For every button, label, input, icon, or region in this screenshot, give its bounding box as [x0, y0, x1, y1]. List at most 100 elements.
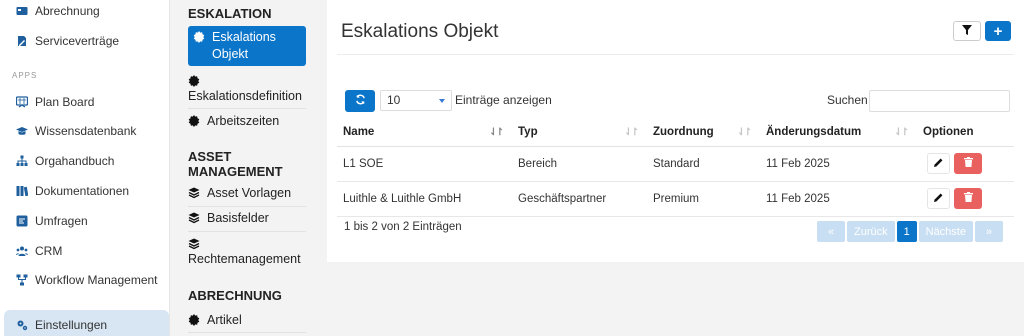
sidebar-item-label: Einstellungen	[35, 318, 108, 332]
edit-button[interactable]	[927, 188, 950, 209]
chevron-down-icon	[439, 99, 445, 103]
settings-icon	[16, 319, 28, 331]
search-input[interactable]	[869, 90, 1010, 112]
layers-icon	[188, 238, 200, 250]
users-icon	[16, 245, 28, 257]
cell-optionen	[917, 181, 1014, 217]
cell-optionen	[917, 146, 1014, 182]
sidebar-item-wissensdatenbank[interactable]: Wissensdatenbank	[0, 116, 170, 146]
settings-item-label: Artikel	[207, 313, 242, 327]
settings-item-label: Basisfelder	[207, 211, 269, 225]
settings-item-label: Eskalations Objekt	[212, 30, 276, 61]
billing-icon	[16, 5, 28, 17]
cell-zuordnung: Standard	[647, 146, 760, 182]
pagination-last[interactable]: »	[974, 221, 1003, 242]
sidebar-item-umfragen[interactable]: Umfragen	[0, 206, 170, 236]
column-header-optionen: Optionen	[917, 119, 1014, 147]
sidebar-item-abrechnung[interactable]: Abrechnung	[0, 0, 170, 26]
sidebar-item-label: Orgahandbuch	[35, 154, 115, 168]
pagination-first[interactable]: «	[817, 221, 845, 242]
column-header-name[interactable]: Name ⇃↾	[337, 119, 512, 147]
column-header-zuordnung[interactable]: Zuordnung ⇃↾	[647, 119, 760, 147]
settings-item-eskalationsdefinition[interactable]: Eskalationsdefinition	[188, 73, 306, 105]
sidebar-section-label: APPS	[12, 71, 38, 80]
pagination-prev[interactable]: Zurück	[847, 221, 895, 242]
sidebar-item-label: Abrechnung	[35, 4, 100, 18]
settings-item-label: Rechtemanagement	[188, 252, 301, 266]
sort-icon: ⇃↾	[737, 127, 752, 138]
filter-button[interactable]	[953, 21, 981, 41]
cell-datum: 11 Feb 2025	[760, 181, 917, 217]
page-title: Eskalations Objekt	[341, 21, 499, 42]
settings-item-eskalations-objekt[interactable]: Eskalations Objekt	[188, 26, 306, 66]
sidebar-item-label: Wissensdatenbank	[35, 124, 137, 138]
app-sidebar: Abrechnung Serviceverträge APPS Plan Boa…	[0, 0, 170, 336]
pagination-page-1[interactable]: 1	[896, 221, 917, 242]
pencil-icon	[934, 158, 943, 170]
sidebar-item-einstellungen[interactable]: Einstellungen	[4, 310, 169, 336]
refresh-icon	[355, 94, 366, 108]
cell-datum: 11 Feb 2025	[760, 146, 917, 182]
settings-section-abrechnung: ABRECHNUNG	[188, 288, 282, 303]
settings-item-arbeitszeiten[interactable]: Arbeitszeiten	[188, 113, 306, 130]
gear-icon	[188, 314, 200, 326]
sidebar-item-plan-board[interactable]: Plan Board	[0, 87, 170, 117]
settings-item-label: Asset Vorlagen	[207, 186, 292, 200]
sort-icon: ⇃↾	[894, 127, 909, 138]
page-size-value: 10	[387, 93, 401, 107]
sort-icon: ⇃↾	[624, 127, 639, 138]
sidebar-item-label: Plan Board	[35, 95, 95, 109]
cell-typ: Bereich	[512, 146, 647, 182]
settings-item-label: Arbeitszeiten	[207, 114, 280, 128]
column-header-typ[interactable]: Typ ⇃↾	[512, 119, 647, 147]
delete-button[interactable]	[954, 188, 982, 209]
gear-icon	[188, 75, 200, 87]
settings-item-basisfelder[interactable]: Basisfelder	[188, 210, 306, 227]
sidebar-item-workflow-management[interactable]: Workflow Management	[0, 265, 170, 295]
settings-menu: ESKALATION Eskalations Objekt Eskalation…	[170, 0, 325, 336]
pagination: « Zurück 1 Nächste »	[817, 221, 1003, 242]
settings-section-asset-management: ASSET MANAGEMENT	[188, 149, 283, 179]
menu-divider	[188, 332, 306, 333]
settings-item-label: Eskalationsdefinition	[188, 89, 302, 103]
planboard-icon	[16, 96, 28, 108]
contract-icon	[16, 35, 28, 47]
sidebar-item-crm[interactable]: CRM	[0, 236, 170, 266]
sidebar-item-label: Umfragen	[35, 214, 88, 228]
sidebar-item-label: CRM	[35, 244, 63, 258]
refresh-button[interactable]	[345, 90, 375, 112]
settings-item-rechtemanagement[interactable]: Rechtemanagement	[188, 236, 306, 268]
main-card: Eskalations Objekt + 10 Einträge anzeige…	[327, 0, 1024, 262]
settings-item-artikel[interactable]: Artikel	[188, 312, 306, 329]
menu-divider	[188, 206, 306, 207]
sidebar-item-dokumentationen[interactable]: Dokumentationen	[0, 176, 170, 206]
workflow-icon	[16, 274, 28, 286]
sitemap-icon	[16, 155, 28, 167]
page-size-select[interactable]: 10	[380, 90, 452, 111]
gear-icon	[188, 115, 200, 127]
cell-name: Luithle & Luithle GmbH	[337, 181, 512, 217]
layers-icon	[188, 212, 200, 224]
menu-divider	[188, 231, 306, 232]
plus-icon: +	[993, 22, 1003, 40]
column-header-aenderungsdatum[interactable]: Änderungsdatum ⇃↾	[760, 119, 917, 147]
sort-desc-icon: ⇃↾	[489, 127, 504, 138]
pagination-next[interactable]: Nächste	[918, 221, 973, 242]
table-row: Luithle & Luithle GmbH Geschäftspartner …	[337, 181, 1014, 217]
table-row: L1 SOE Bereich Standard 11 Feb 2025	[337, 146, 1014, 182]
graduation-cap-icon	[16, 125, 28, 137]
add-button[interactable]: +	[985, 21, 1011, 41]
gear-icon	[193, 31, 205, 43]
cell-zuordnung: Premium	[647, 181, 760, 217]
delete-button[interactable]	[954, 153, 982, 174]
pencil-icon	[934, 193, 943, 205]
sidebar-item-orgahandbuch[interactable]: Orgahandbuch	[0, 146, 170, 176]
settings-section-eskalation: ESKALATION	[188, 6, 272, 21]
documentation-icon	[16, 185, 28, 197]
sidebar-item-servicevertraege[interactable]: Serviceverträge	[0, 26, 170, 56]
cell-typ: Geschäftspartner	[512, 181, 647, 217]
edit-button[interactable]	[927, 153, 950, 174]
trash-icon	[963, 157, 973, 170]
entries-label: Einträge anzeigen	[455, 93, 552, 107]
settings-item-asset-vorlagen[interactable]: Asset Vorlagen	[188, 185, 306, 202]
